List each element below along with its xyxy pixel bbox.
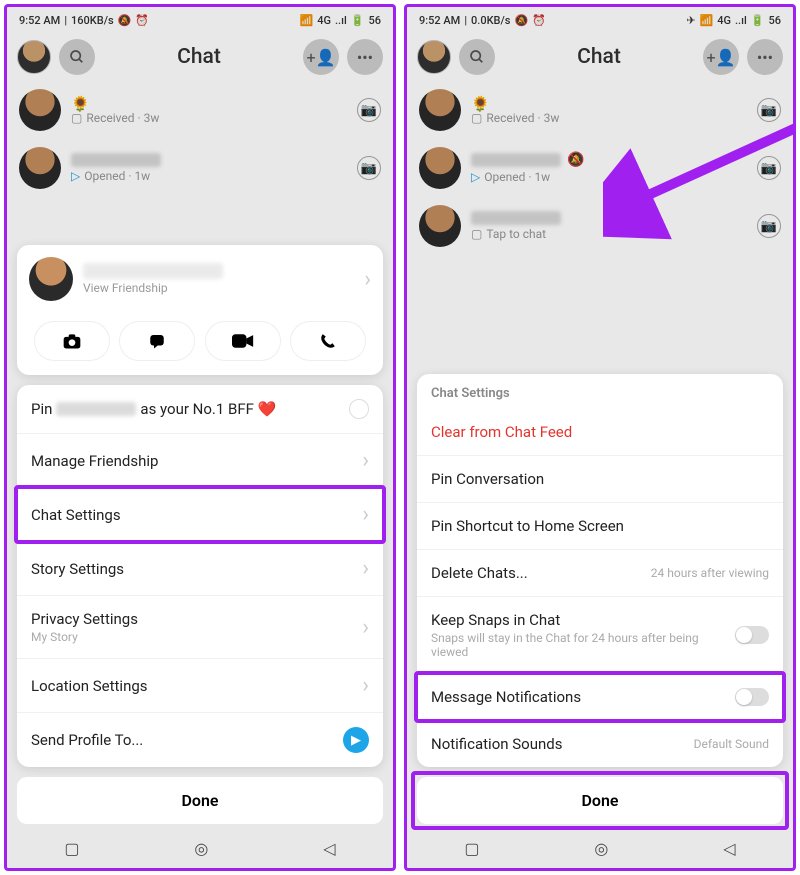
keep-snaps-item[interactable]: Keep Snaps in ChatSnaps will stay in the… (417, 597, 783, 674)
chat-button[interactable] (119, 321, 195, 361)
chevron-right-icon: › (362, 502, 369, 527)
chevron-right-icon: › (362, 556, 369, 581)
manage-friendship-item[interactable]: Manage Friendship› (17, 434, 383, 488)
chat-name-blurred (71, 153, 161, 167)
send-icon[interactable]: ▶ (343, 727, 369, 753)
notification-sounds-item[interactable]: Notification SoundsDefault Sound (417, 721, 783, 767)
send-profile-item[interactable]: Send Profile To... ▶ (17, 713, 383, 767)
chat-name-blurred (471, 211, 561, 225)
toggle-off[interactable] (735, 626, 769, 644)
home-icon[interactable]: ◎ (594, 839, 608, 858)
radio-unchecked[interactable] (349, 399, 369, 419)
phone-right: 9:52 AM|0.0KB/s🔕⏰ ✈📶4G..ıl🔋56 Chat +👤 ••… (404, 4, 796, 871)
pin-conversation-item[interactable]: Pin Conversation (417, 456, 783, 503)
chat-name-emoji: 🌻 (71, 95, 347, 109)
android-nav: ▢ ◎ ◁ (407, 828, 793, 868)
camera-icon[interactable]: 📷 (757, 156, 781, 180)
back-icon[interactable]: ◁ (723, 839, 735, 858)
status-bar: 9:52 AM|160KB/s🔕⏰ 📶4G..ıl🔋56 (7, 7, 393, 33)
avatar (419, 205, 461, 247)
avatar (29, 257, 73, 301)
chat-name-emoji: 🌻 (471, 95, 747, 109)
chevron-right-icon: › (362, 448, 369, 473)
video-call-button[interactable] (205, 321, 281, 361)
recent-apps-icon[interactable]: ▢ (464, 839, 479, 858)
toggle-off[interactable] (735, 688, 769, 706)
chat-row[interactable]: ▢Tap to chat 📷 (407, 197, 793, 255)
chat-row[interactable]: 🌻 ▢Received · 3w 📷 (407, 81, 793, 139)
recent-apps-icon[interactable]: ▢ (64, 839, 79, 858)
chat-list: 🌻 ▢Received · 3w 📷 ▷Opened · 1w 📷 (7, 81, 393, 197)
snap-button[interactable] (34, 321, 110, 361)
camera-icon[interactable]: 📷 (357, 156, 381, 180)
avatar (419, 89, 461, 131)
location-settings-item[interactable]: Location Settings› (17, 659, 383, 713)
pin-bff-item[interactable]: Pinas your No.1 BFF ❤️ (17, 385, 383, 434)
home-icon[interactable]: ◎ (194, 839, 208, 858)
chat-header: Chat +👤 ••• (7, 33, 393, 81)
pin-home-item[interactable]: Pin Shortcut to Home Screen (417, 503, 783, 550)
clear-chat-feed-item[interactable]: Clear from Chat Feed (417, 409, 783, 456)
search-icon[interactable] (459, 39, 495, 75)
delete-chats-item[interactable]: Delete Chats...24 hours after viewing (417, 550, 783, 597)
profile-header[interactable]: View Friendship › (17, 245, 383, 313)
phone-left: 9:52 AM|160KB/s🔕⏰ 📶4G..ıl🔋56 Chat +👤 •••… (4, 4, 396, 871)
story-settings-item[interactable]: Story Settings› (17, 542, 383, 596)
add-friend-icon[interactable]: +👤 (303, 39, 339, 75)
sheet-title: Chat Settings (417, 374, 783, 409)
message-notifications-item[interactable]: Message Notifications (417, 674, 783, 721)
avatar (19, 147, 61, 189)
chevron-right-icon: › (364, 267, 371, 292)
chat-settings-sheet: Chat Settings Clear from Chat Feed Pin C… (417, 374, 783, 824)
privacy-settings-item[interactable]: Privacy SettingsMy Story › (17, 596, 383, 659)
status-bar: 9:52 AM|0.0KB/s🔕⏰ ✈📶4G..ıl🔋56 (407, 7, 793, 33)
back-icon[interactable]: ◁ (323, 839, 335, 858)
profile-name-blurred (83, 263, 223, 279)
more-icon[interactable]: ••• (347, 39, 383, 75)
muted-bell-icon: 🔕 (567, 152, 584, 168)
page-title: Chat (577, 45, 621, 69)
search-icon[interactable] (59, 39, 95, 75)
chat-row[interactable]: 🔕 ▷Opened · 1w 📷 (407, 139, 793, 197)
page-title: Chat (177, 45, 221, 69)
camera-icon[interactable]: 📷 (757, 98, 781, 122)
chevron-right-icon: › (362, 615, 369, 640)
chat-settings-item[interactable]: Chat Settings› (17, 488, 383, 542)
done-button[interactable]: Done (17, 777, 383, 824)
chat-name-blurred (471, 153, 561, 167)
chat-list: 🌻 ▢Received · 3w 📷 🔕 ▷Opened · 1w 📷 ▢Tap… (407, 81, 793, 255)
my-avatar[interactable] (17, 40, 51, 74)
camera-icon[interactable]: 📷 (757, 214, 781, 238)
camera-icon[interactable]: 📷 (357, 98, 381, 122)
chevron-right-icon: › (362, 673, 369, 698)
chat-header: Chat +👤 ••• (407, 33, 793, 81)
action-sheet: View Friendship › Pinas your No.1 BFF ❤️… (17, 245, 383, 824)
add-friend-icon[interactable]: +👤 (703, 39, 739, 75)
chat-row[interactable]: 🌻 ▢Received · 3w 📷 (7, 81, 393, 139)
more-icon[interactable]: ••• (747, 39, 783, 75)
view-friendship-label: View Friendship (83, 281, 223, 295)
done-button[interactable]: Done (417, 777, 783, 824)
avatar (19, 89, 61, 131)
chat-row[interactable]: ▷Opened · 1w 📷 (7, 139, 393, 197)
avatar (419, 147, 461, 189)
my-avatar[interactable] (417, 40, 451, 74)
android-nav: ▢ ◎ ◁ (7, 828, 393, 868)
audio-call-button[interactable] (290, 321, 366, 361)
